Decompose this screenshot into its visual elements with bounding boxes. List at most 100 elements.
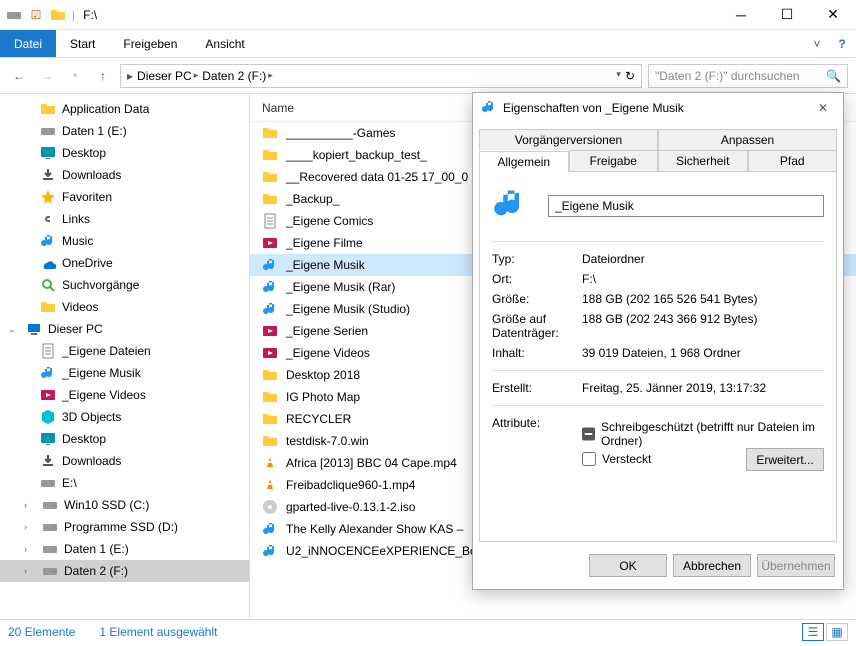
breadcrumb-drive[interactable]: Daten 2 (F:)▸ <box>202 69 273 83</box>
tree-item-label: Favoriten <box>62 190 112 204</box>
ok-button[interactable]: OK <box>589 554 667 577</box>
tree-item[interactable]: Desktop <box>0 142 249 164</box>
tab-path[interactable]: Pfad <box>748 150 838 171</box>
star-icon <box>40 189 56 205</box>
breadcrumb-this-pc[interactable]: Dieser PC▸ <box>137 69 198 83</box>
dialog-titlebar[interactable]: Eigenschaften von _Eigene Musik ✕ <box>473 93 843 123</box>
tab-general[interactable]: Allgemein <box>479 151 569 172</box>
address-dropdown-icon[interactable]: ▾ <box>616 69 621 83</box>
address-bar[interactable]: ▸ Dieser PC▸ Daten 2 (F:)▸ ▾ ↻ <box>120 64 642 88</box>
tree-item[interactable]: › Daten 2 (F:) <box>0 560 249 582</box>
up-button[interactable]: ↑ <box>92 65 114 87</box>
prop-label: Ort: <box>492 272 582 286</box>
video-icon <box>262 323 278 339</box>
file-name: _Eigene Filme <box>286 236 363 250</box>
details-view-button[interactable]: ☰ <box>802 623 824 641</box>
quick-access-icon[interactable]: ☑ <box>28 7 44 23</box>
apply-button[interactable]: Übernehmen <box>757 554 835 577</box>
file-name: _Eigene Serien <box>286 324 368 338</box>
desktop-icon <box>40 431 56 447</box>
search-icon[interactable]: 🔍 <box>826 69 841 83</box>
tree-item[interactable]: _Eigene Musik <box>0 362 249 384</box>
ribbon-collapse-icon[interactable]: ˅ <box>806 30 828 57</box>
tree-item[interactable]: Downloads <box>0 450 249 472</box>
advanced-button[interactable]: Erweitert... <box>746 448 824 471</box>
tree-item[interactable]: ›Daten 1 (E:) <box>0 538 249 560</box>
titlebar-divider: | <box>72 8 75 22</box>
tree-item[interactable]: Favoriten <box>0 186 249 208</box>
expand-icon[interactable]: › <box>24 566 34 576</box>
forward-button[interactable]: → <box>36 65 58 87</box>
folder-icon <box>50 7 66 23</box>
file-name: testdisk-7.0.win <box>286 434 369 448</box>
cancel-button[interactable]: Abbrechen <box>673 554 751 577</box>
tree-item[interactable]: Desktop <box>0 428 249 450</box>
refresh-icon[interactable]: ↻ <box>625 69 635 83</box>
tree-item[interactable]: Links <box>0 208 249 230</box>
search-input[interactable]: "Daten 2 (F:)" durchsuchen 🔍 <box>648 64 848 88</box>
prop-label: Größe auf Datenträger: <box>492 312 582 340</box>
expand-icon[interactable]: › <box>24 500 34 510</box>
folder-icon <box>40 101 56 117</box>
minimize-button[interactable]: ─ <box>718 0 764 30</box>
prop-label: Inhalt: <box>492 346 582 360</box>
dialog-title: Eigenschaften von _Eigene Musik <box>503 101 684 115</box>
expand-icon[interactable]: › <box>24 522 34 532</box>
drive-icon <box>40 123 56 139</box>
dialog-close-button[interactable]: ✕ <box>811 101 835 115</box>
tree-item-label: Daten 1 (E:) <box>62 124 127 138</box>
tree-item[interactable]: Daten 1 (E:) <box>0 120 249 142</box>
ribbon-file-tab[interactable]: Datei <box>0 30 56 57</box>
recent-dropdown[interactable]: ▾ <box>64 65 86 87</box>
folder-name-input[interactable] <box>548 195 824 217</box>
maximize-button[interactable]: ☐ <box>764 0 810 30</box>
tree-item[interactable]: _Eigene Dateien <box>0 340 249 362</box>
tree-item-label: Videos <box>62 300 98 314</box>
tree-item-label: Daten 2 (F:) <box>64 564 128 578</box>
tree-item-label: 3D Objects <box>62 410 121 424</box>
drive-icon <box>42 541 58 557</box>
tree-item[interactable]: ⌄Dieser PC <box>0 318 249 340</box>
tab-security[interactable]: Sicherheit <box>658 150 748 171</box>
icons-view-button[interactable]: ▦ <box>826 623 848 641</box>
file-name: _Eigene Musik (Studio) <box>286 302 410 316</box>
tab-customize[interactable]: Anpassen <box>658 129 837 150</box>
back-button[interactable]: ← <box>8 65 30 87</box>
ribbon-tab-share[interactable]: Freigeben <box>109 30 191 57</box>
navigation-tree[interactable]: Application DataDaten 1 (E:)DesktopDownl… <box>0 94 250 619</box>
tab-sharing[interactable]: Freigabe <box>569 150 659 171</box>
tree-item-label: Links <box>62 212 90 226</box>
expand-icon[interactable]: › <box>24 544 34 554</box>
prop-label: Größe: <box>492 292 582 306</box>
ribbon-tab-view[interactable]: Ansicht <box>191 30 258 57</box>
link-icon <box>40 211 56 227</box>
tree-item[interactable]: OneDrive <box>0 252 249 274</box>
tree-item[interactable]: ›Programme SSD (D:) <box>0 516 249 538</box>
prop-value: F:\ <box>582 272 596 286</box>
file-name: IG Photo Map <box>286 390 360 404</box>
ribbon-tab-start[interactable]: Start <box>56 30 109 57</box>
readonly-label: Schreibgeschützt (betrifft nur Dateien i… <box>601 420 824 448</box>
tree-item[interactable]: Suchvorgänge <box>0 274 249 296</box>
tree-item[interactable]: Downloads <box>0 164 249 186</box>
help-button[interactable]: ? <box>828 30 856 57</box>
status-selected-count: 1 Element ausgewählt <box>99 625 217 639</box>
music-icon <box>262 301 278 317</box>
download-icon <box>40 453 56 469</box>
tree-item[interactable]: _Eigene Videos <box>0 384 249 406</box>
tree-item[interactable]: Application Data <box>0 98 249 120</box>
tree-item[interactable]: Videos <box>0 296 249 318</box>
tree-item[interactable]: ›Win10 SSD (C:) <box>0 494 249 516</box>
expand-icon[interactable]: ⌄ <box>8 324 18 335</box>
close-button[interactable]: ✕ <box>810 0 856 30</box>
tree-item[interactable]: Music <box>0 230 249 252</box>
tree-item[interactable]: 3D Objects <box>0 406 249 428</box>
tree-item-label: Downloads <box>62 454 121 468</box>
hidden-checkbox[interactable] <box>582 452 596 466</box>
tab-previous-versions[interactable]: Vorgängerversionen <box>479 129 658 150</box>
status-bar: 20 Elemente 1 Element ausgewählt ☰ ▦ <box>0 619 856 644</box>
tree-item-label: Desktop <box>62 432 106 446</box>
readonly-checkbox[interactable] <box>582 427 595 441</box>
tree-item[interactable]: E:\ <box>0 472 249 494</box>
breadcrumb-root-icon[interactable]: ▸ <box>127 69 133 83</box>
